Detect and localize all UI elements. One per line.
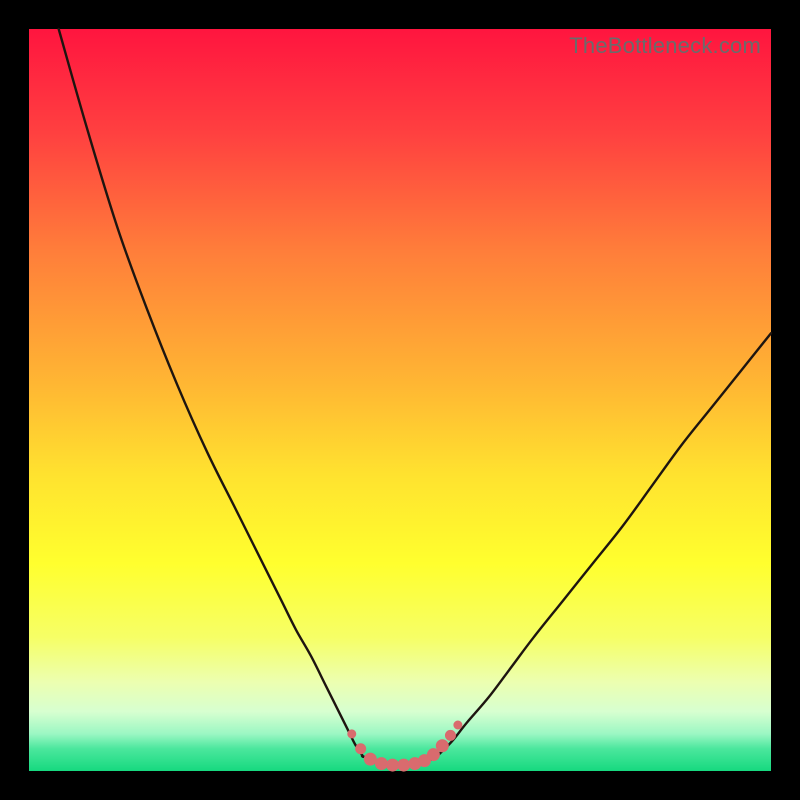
valley-marker (348, 730, 356, 738)
valley-marker (445, 730, 455, 740)
valley-marker (436, 740, 448, 752)
valley-marker (387, 759, 399, 771)
outer-frame: TheBottleneck.com (0, 0, 800, 800)
plot-area: TheBottleneck.com (29, 29, 771, 771)
bottleneck-curve (29, 29, 771, 771)
valley-marker (364, 753, 376, 765)
valley-marker (427, 749, 439, 761)
curve-path (59, 29, 771, 765)
valley-marker (375, 758, 387, 770)
valley-marker (454, 721, 462, 729)
valley-marker (356, 744, 366, 754)
valley-marker (398, 759, 410, 771)
